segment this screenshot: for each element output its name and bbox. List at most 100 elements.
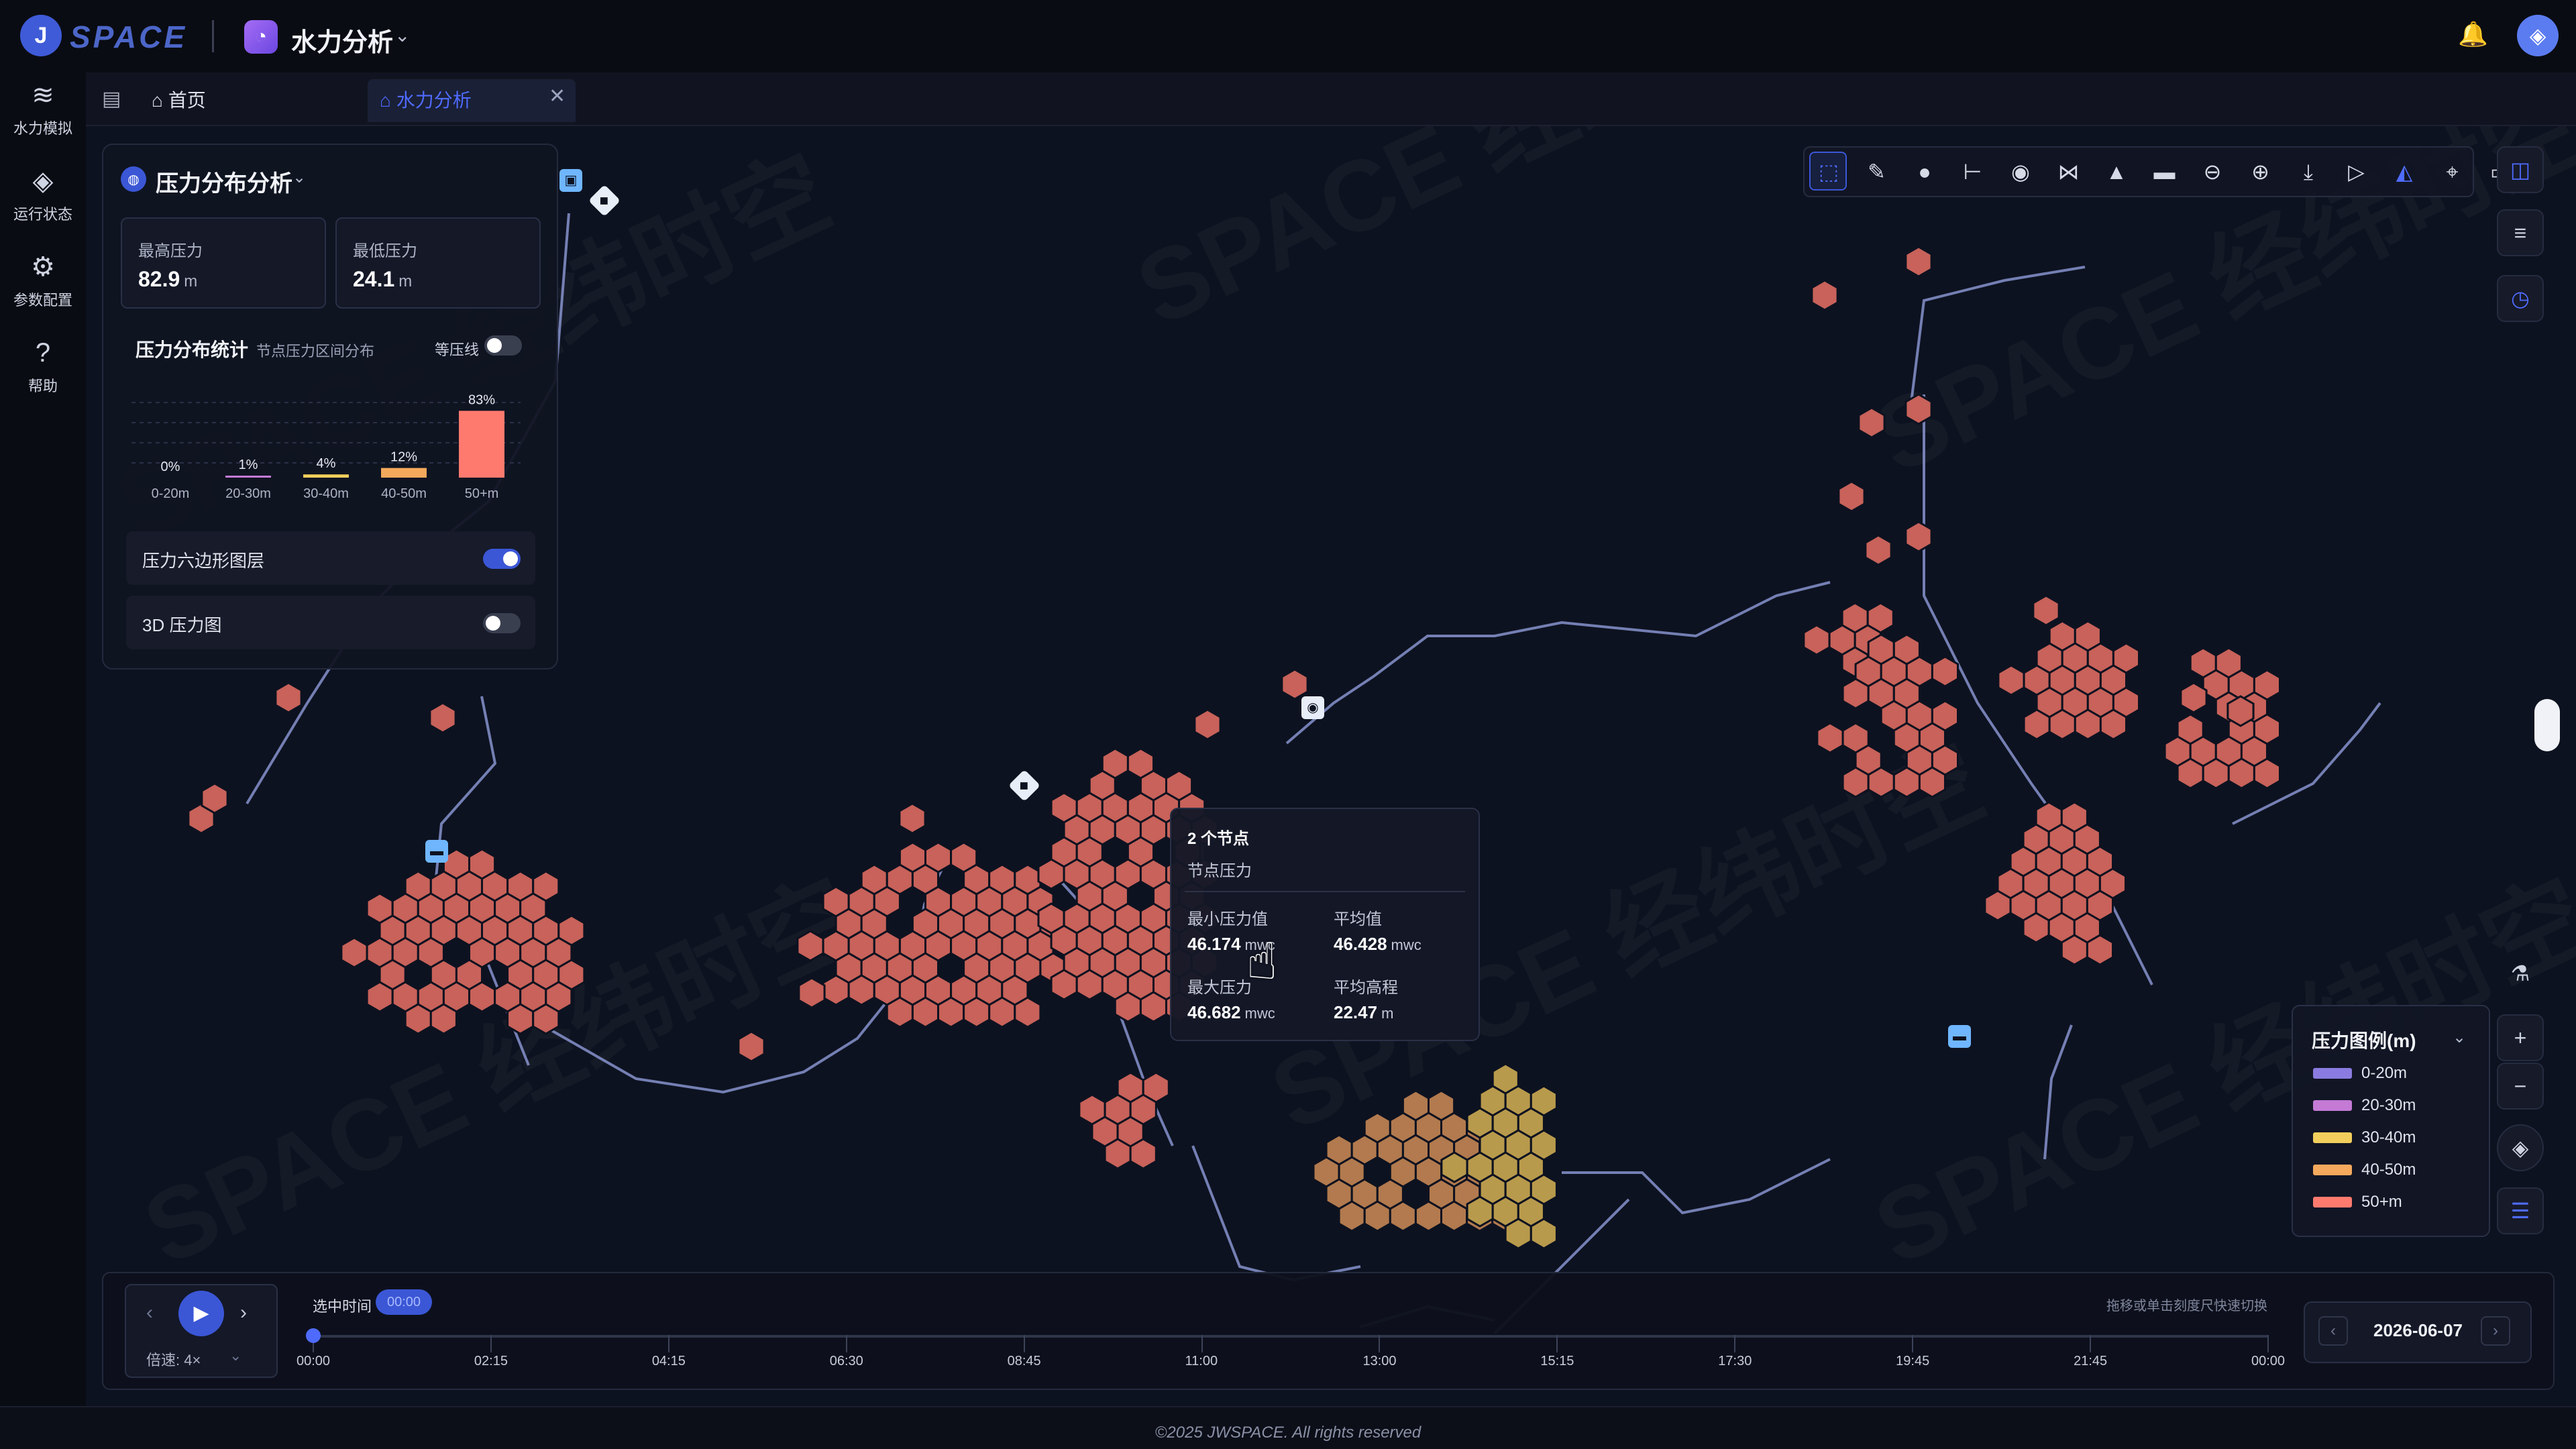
- timeline-tick-label[interactable]: 00:00: [297, 1354, 330, 1369]
- pressure-hex-cell[interactable]: [1931, 655, 1959, 688]
- pressure-hex-cell[interactable]: [885, 996, 914, 1028]
- pressure-hex-cell[interactable]: [1811, 279, 1839, 311]
- pressure-hex-cell[interactable]: [1867, 766, 1895, 798]
- export-icon[interactable]: ⤓: [2292, 156, 2324, 188]
- pressure-hex-cell[interactable]: [796, 930, 824, 962]
- list-icon[interactable]: ☰: [2497, 1187, 2544, 1234]
- chart-bar[interactable]: [381, 468, 427, 478]
- chevron-down-icon[interactable]: ⌄: [2453, 1028, 2466, 1047]
- chevron-down-icon[interactable]: ⌄: [394, 24, 410, 46]
- history-icon[interactable]: ◷: [2497, 275, 2544, 322]
- pressure-hex-cell[interactable]: [1984, 890, 2012, 922]
- pressure-hex-cell[interactable]: [737, 1030, 765, 1063]
- chevron-down-icon[interactable]: ⌄: [229, 1347, 241, 1364]
- pressure-hex-cell[interactable]: [2060, 934, 2088, 966]
- zoom-out-icon[interactable]: ⊖: [2196, 156, 2229, 188]
- pressure-hex-cell[interactable]: [1816, 722, 1844, 754]
- zoom-in-button[interactable]: +: [2497, 1014, 2544, 1061]
- pressure-hex-cell[interactable]: [468, 981, 496, 1013]
- pressure-hex-cell[interactable]: [1129, 1138, 1157, 1170]
- close-icon[interactable]: ✕: [549, 85, 566, 108]
- pressure-hex-cell[interactable]: [1841, 766, 1870, 798]
- play-circle-icon[interactable]: ▷: [2341, 156, 2373, 188]
- pressure-hex-cell[interactable]: [429, 702, 457, 734]
- stack-layers-icon[interactable]: ≡: [2497, 209, 2544, 256]
- pressure-hex-cell[interactable]: [274, 682, 303, 714]
- sidebar-item-hydraulic-sim[interactable]: ≋ 水力模拟: [0, 78, 86, 158]
- pressure-hex-cell[interactable]: [2202, 757, 2230, 790]
- pressure-hex-cell[interactable]: [1114, 991, 1142, 1023]
- timeline-tick-label[interactable]: 06:30: [830, 1354, 863, 1369]
- pressure-layer-icon[interactable]: ◭: [2388, 156, 2420, 188]
- pressure-hex-cell[interactable]: [1892, 766, 1921, 798]
- reservoir-marker-icon[interactable]: ▬: [1948, 1025, 1971, 1048]
- pressure-hex-cell[interactable]: [2074, 708, 2102, 741]
- map-scroll-handle[interactable]: [2534, 699, 2560, 751]
- pressure-hex-cell[interactable]: [798, 977, 826, 1009]
- pressure-hex-cell[interactable]: [506, 1003, 535, 1035]
- pressure-hex-cell[interactable]: [2099, 708, 2127, 741]
- pressure-3d-toggle[interactable]: [483, 613, 521, 633]
- pressure-hex-cell[interactable]: [2176, 757, 2204, 790]
- layers-icon[interactable]: ◫: [2497, 146, 2544, 193]
- pressure-hex-cell[interactable]: [1014, 996, 1042, 1028]
- pressure-hex-cell[interactable]: [1075, 969, 1104, 1001]
- pressure-hex-cell[interactable]: [2180, 682, 2208, 714]
- pressure-hex-cell[interactable]: [1440, 1151, 1468, 1183]
- pressure-hex-cell[interactable]: [1504, 1218, 1532, 1250]
- chevron-down-icon[interactable]: ⌄: [292, 168, 306, 187]
- pressure-hex-cell[interactable]: [2226, 695, 2255, 727]
- brand-logo-icon[interactable]: J: [20, 15, 62, 56]
- bell-icon[interactable]: 🔔: [2458, 20, 2488, 48]
- timeline-tick-label[interactable]: 21:45: [2074, 1354, 2107, 1369]
- pressure-hex-cell[interactable]: [963, 996, 991, 1028]
- reservoir-icon[interactable]: ▬: [2149, 156, 2181, 188]
- pressure-hex-cell[interactable]: [1529, 1218, 1558, 1250]
- pressure-hex-cell[interactable]: [429, 1003, 458, 1035]
- pressure-hex-cell[interactable]: [201, 782, 229, 814]
- select-icon[interactable]: ⬚: [1813, 156, 1845, 188]
- tank-marker-icon[interactable]: ▣: [559, 169, 582, 192]
- pressure-hex-cell[interactable]: [1997, 664, 2025, 696]
- timeline-track[interactable]: [313, 1335, 2267, 1338]
- pressure-hex-cell[interactable]: [1037, 858, 1065, 890]
- pipe-segment[interactable]: [1562, 1158, 1831, 1215]
- reservoir-marker-icon[interactable]: ▬: [425, 840, 448, 863]
- pressure-hex-cell[interactable]: [847, 974, 875, 1006]
- timeline-tick-label[interactable]: 08:45: [1008, 1354, 1041, 1369]
- tab-hydraulic-analysis[interactable]: ⌂ 水力分析: [380, 86, 472, 113]
- pipe-segment[interactable]: [1285, 581, 1831, 745]
- tank-icon[interactable]: ▲: [2100, 156, 2133, 188]
- sidebar-item-params[interactable]: ⚙ 参数配置: [0, 250, 86, 330]
- pressure-hex-cell[interactable]: [1864, 534, 1892, 566]
- pressure-hex-cell[interactable]: [2227, 757, 2255, 790]
- pressure-hex-cell[interactable]: [2253, 757, 2281, 790]
- prev-step-button[interactable]: ‹: [146, 1301, 153, 1324]
- timeline-tick-label[interactable]: 17:30: [1718, 1354, 1752, 1369]
- timeline-tick-label[interactable]: 19:45: [1896, 1354, 1929, 1369]
- pressure-hex-cell[interactable]: [1338, 1200, 1366, 1232]
- pressure-hex-cell[interactable]: [1841, 678, 1870, 710]
- date-next-button[interactable]: ›: [2481, 1316, 2510, 1346]
- compass-icon[interactable]: ◈: [2497, 1124, 2544, 1171]
- next-step-button[interactable]: ›: [240, 1301, 247, 1324]
- zoom-in-icon[interactable]: ⊕: [2245, 156, 2277, 188]
- pressure-hex-cell[interactable]: [2048, 708, 2076, 741]
- valve-icon[interactable]: ⋈: [2053, 156, 2085, 188]
- panel-title[interactable]: 压力分布分析: [156, 165, 292, 198]
- tab-menu-icon[interactable]: ▤: [102, 87, 121, 111]
- pressure-hex-cell[interactable]: [2086, 934, 2114, 966]
- pump-icon[interactable]: ◉: [2004, 156, 2037, 188]
- pressure-hex-cell[interactable]: [1440, 1200, 1468, 1232]
- timeline-tick-label[interactable]: 04:15: [652, 1354, 686, 1369]
- pressure-hex-cell[interactable]: [1414, 1200, 1442, 1232]
- pressure-hex-cell[interactable]: [911, 996, 939, 1028]
- pressure-hex-cell[interactable]: [1904, 521, 1933, 553]
- valve-marker-icon[interactable]: ◉: [1301, 696, 1324, 719]
- locate-icon[interactable]: ⌖: [2436, 156, 2469, 188]
- pressure-hex-cell[interactable]: [2023, 708, 2051, 741]
- pressure-hex-cell[interactable]: [1139, 991, 1167, 1023]
- pressure-hex-cell[interactable]: [1466, 1195, 1494, 1228]
- sidebar-item-run-status[interactable]: ◈ 运行状态: [0, 164, 86, 244]
- avatar[interactable]: ◈: [2517, 15, 2559, 56]
